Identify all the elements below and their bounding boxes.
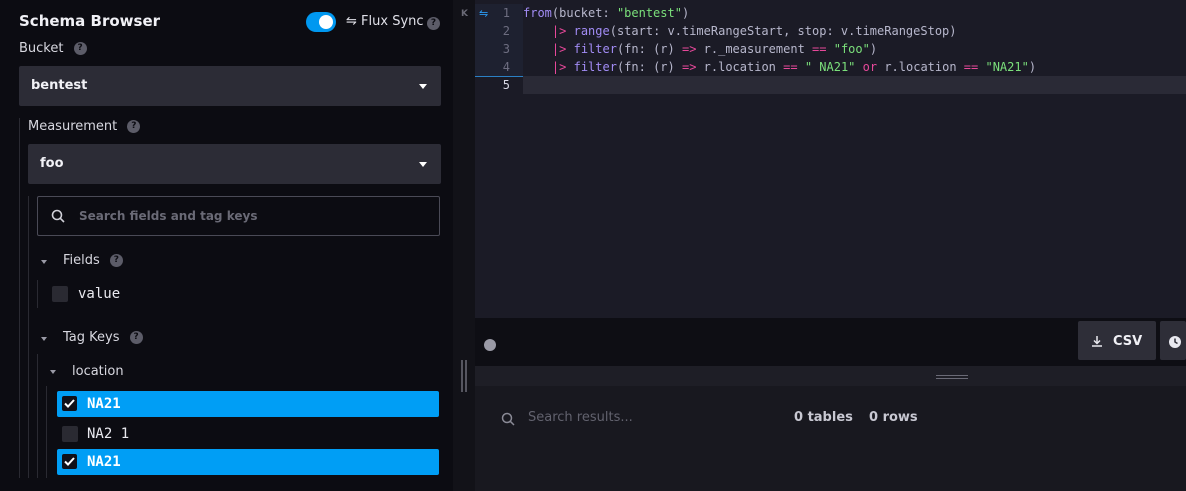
flux-sync-help-icon[interactable]: ?: [427, 16, 440, 31]
line-number: 2: [502, 24, 510, 38]
tag-value-label: NA21: [87, 454, 121, 470]
search-icon: [501, 412, 515, 426]
results-search-input[interactable]: Search results...: [528, 410, 633, 425]
caret-down-icon[interactable]: [41, 260, 47, 264]
code-line[interactable]: |> range(start: v.timeRangeStart, stop: …: [523, 24, 957, 38]
tag-value-item[interactable]: NA21: [57, 449, 439, 475]
tables-count: 0 tables: [794, 410, 853, 425]
tag-value-item[interactable]: NA2 1: [57, 421, 439, 447]
csv-label: CSV: [1113, 334, 1143, 349]
code-line[interactable]: |> filter(fn: (r) => r._measurement == "…: [523, 42, 877, 56]
tree-line: [37, 354, 38, 478]
results-toolbar: CSV: [475, 318, 1186, 366]
line-number: 3: [502, 42, 510, 56]
schema-browser-panel: Schema Browser ⇋ Flux Sync ? Bucket ? be…: [0, 0, 453, 491]
tree-line: [28, 196, 29, 478]
checked-checkbox[interactable]: [62, 396, 77, 411]
tree-line: [46, 386, 47, 478]
download-icon: [1092, 336, 1102, 347]
field-checkbox[interactable]: [52, 286, 68, 302]
measurement-dropdown[interactable]: foo: [28, 144, 441, 184]
rows-count: 0 rows: [869, 410, 918, 425]
search-input[interactable]: Search fields and tag keys: [79, 209, 257, 223]
drag-handle-icon[interactable]: [461, 360, 463, 392]
csv-download-button[interactable]: CSV: [1078, 321, 1156, 360]
bucket-label: Bucket ?: [19, 41, 87, 56]
line-number: 5: [502, 78, 510, 92]
status-dot-icon: [484, 339, 496, 351]
panel-splitter[interactable]: K: [453, 0, 475, 491]
tag-value-item[interactable]: NA21: [57, 391, 439, 417]
flux-sync-control[interactable]: ⇋ Flux Sync: [346, 14, 424, 29]
panel-title: Schema Browser: [19, 12, 161, 30]
tag-value-label: NA21: [87, 396, 121, 412]
flux-editor[interactable]: ⇋ 1 2 3 4 5 from(bucket: "bentest") |> r…: [475, 0, 1186, 318]
line-number: 1: [502, 6, 510, 20]
tag-keys-help-icon[interactable]: ?: [129, 331, 143, 344]
results-panel: Search results... 0 tables 0 rows: [475, 366, 1186, 491]
field-item-value[interactable]: value: [78, 286, 120, 302]
flux-sync-label: Flux Sync: [361, 14, 424, 29]
check-icon: [64, 457, 75, 466]
chevron-down-icon: [419, 84, 427, 89]
search-icon: [51, 209, 65, 223]
tag-keys-header[interactable]: Tag Keys ?: [63, 330, 143, 345]
drag-handle-icon: [465, 360, 467, 392]
caret-down-icon[interactable]: [50, 370, 56, 374]
time-range-button[interactable]: [1160, 321, 1186, 360]
clock-icon: [1169, 336, 1181, 348]
collapse-panel-icon[interactable]: K: [461, 9, 468, 19]
fields-help-icon[interactable]: ?: [109, 254, 123, 267]
line-number: 4: [502, 60, 510, 74]
caret-down-icon[interactable]: [41, 337, 47, 341]
resize-handle-icon: [936, 375, 968, 376]
schema-search-field[interactable]: Search fields and tag keys: [37, 196, 440, 236]
tree-line: [37, 280, 38, 308]
measurement-value: foo: [40, 156, 64, 171]
bucket-help-icon[interactable]: ?: [73, 42, 87, 55]
bucket-dropdown[interactable]: bentest: [19, 66, 441, 106]
flux-sync-toggle[interactable]: [306, 12, 336, 32]
tag-value-label: NA2 1: [87, 426, 130, 442]
fields-header[interactable]: Fields ?: [63, 253, 123, 268]
measurement-help-icon[interactable]: ?: [127, 120, 141, 133]
active-line-highlight: [523, 76, 1186, 94]
code-line[interactable]: |> filter(fn: (r) => r.location == " NA2…: [523, 60, 1036, 74]
check-icon: [64, 399, 75, 408]
chevron-down-icon: [419, 162, 427, 167]
tree-line: [19, 118, 20, 478]
unchecked-checkbox[interactable]: [62, 426, 78, 442]
code-line[interactable]: from(bucket: "bentest"): [523, 6, 689, 20]
tag-key-location[interactable]: location: [72, 364, 124, 379]
checked-checkbox[interactable]: [62, 454, 77, 469]
resize-handle-icon: [936, 378, 968, 379]
measurement-label: Measurement ?: [28, 119, 141, 134]
bucket-value: bentest: [31, 78, 88, 93]
results-resize-bar[interactable]: [475, 366, 1186, 386]
sync-arrows-icon: ⇋: [346, 14, 357, 29]
